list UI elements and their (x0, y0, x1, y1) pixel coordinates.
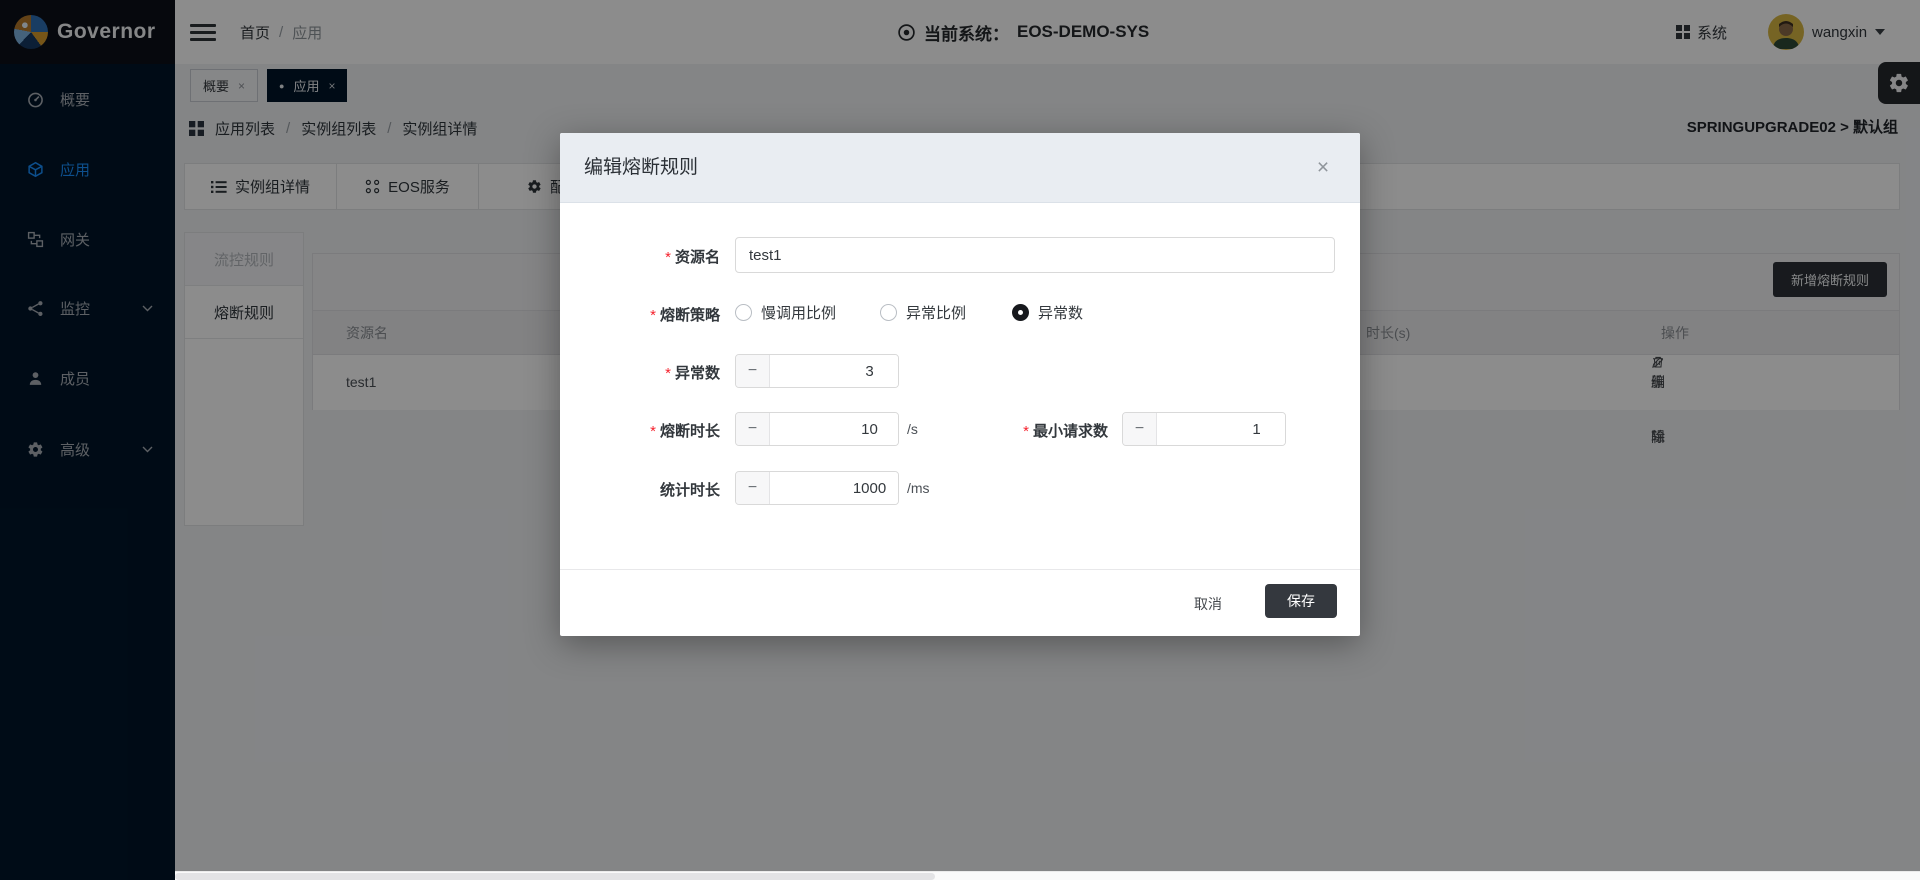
exception-count-input[interactable] (770, 355, 899, 387)
radio-label: 异常比例 (906, 302, 966, 323)
edit-circuit-rule-dialog: 编辑熔断规则 × *资源名 *熔断策略 慢调用比例 异常比例 异常数 (560, 133, 1360, 636)
save-button[interactable]: 保存 (1265, 584, 1337, 618)
radio-exception-count[interactable]: 异常数 (1012, 302, 1083, 323)
min-requests-stepper: − + (1122, 412, 1286, 446)
dialog-title: 编辑熔断规则 (584, 133, 698, 203)
required-marker: * (665, 365, 671, 382)
field-label-stat-duration: 统计时长 (560, 479, 720, 500)
field-label-resource: *资源名 (560, 246, 720, 267)
required-marker: * (665, 249, 671, 266)
unit-milliseconds: /ms (907, 480, 930, 496)
stepper-minus-button[interactable]: − (736, 355, 770, 387)
field-label-min-requests: *最小请求数 (948, 420, 1108, 441)
strategy-radio-group: 慢调用比例 异常比例 异常数 (735, 295, 1083, 329)
radio-circle (735, 304, 752, 321)
dialog-header: 编辑熔断规则 × (560, 133, 1360, 203)
radio-label: 慢调用比例 (761, 302, 836, 323)
radio-circle (880, 304, 897, 321)
exception-count-stepper: − + (735, 354, 899, 388)
scrollbar-thumb[interactable] (175, 873, 935, 880)
required-marker: * (650, 423, 656, 440)
radio-slow-call-ratio[interactable]: 慢调用比例 (735, 302, 836, 323)
required-marker: * (650, 307, 656, 324)
stepper-minus-button[interactable]: − (1123, 413, 1157, 445)
cancel-button[interactable]: 取消 (1186, 588, 1230, 620)
stat-duration-input[interactable] (770, 472, 899, 504)
break-duration-input[interactable] (770, 413, 899, 445)
field-label-break-duration: *熔断时长 (560, 420, 720, 441)
stepper-minus-button[interactable]: − (736, 472, 770, 504)
field-label-strategy: *熔断策略 (560, 304, 720, 325)
min-requests-input[interactable] (1157, 413, 1286, 445)
radio-circle (1012, 304, 1029, 321)
break-duration-stepper: − + (735, 412, 899, 446)
required-marker: * (1023, 423, 1029, 440)
field-label-exception-count: *异常数 (560, 362, 720, 383)
radio-label: 异常数 (1038, 302, 1083, 323)
horizontal-scrollbar[interactable] (175, 871, 1920, 880)
app-screen: Governor 首页 / 应用 当前系统： EOS-DEMO-SYS 系统 w… (0, 0, 1920, 880)
stepper-minus-button[interactable]: − (736, 413, 770, 445)
close-icon[interactable]: × (1306, 133, 1340, 203)
unit-seconds: /s (907, 421, 918, 437)
dialog-footer: 取消 保存 (560, 569, 1360, 636)
stat-duration-stepper: − + (735, 471, 899, 505)
radio-exception-ratio[interactable]: 异常比例 (880, 302, 966, 323)
resource-name-input[interactable] (735, 237, 1335, 273)
